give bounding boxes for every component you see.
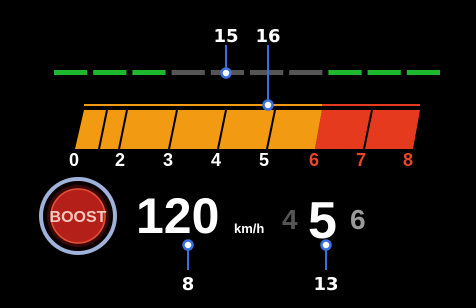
tachometer-bar [75,104,420,150]
tach-label: 8 [403,150,413,170]
shift-lamp [93,70,127,75]
callout-speed: 8 [182,239,195,295]
gear-next: 6 [350,204,366,235]
boost-label: BOOST [50,209,107,226]
tach-label: 3 [163,150,173,170]
callout-label-speed: 8 [182,274,195,295]
shift-lamp [328,70,362,75]
callout-dot-tach-bar [262,99,274,111]
speed-unit: km/h [234,221,264,236]
tach-label: 4 [211,150,221,170]
callout-shift-lamps: 15 [213,26,239,79]
tach-label: 0 [69,150,79,170]
callout-label-tach-bar: 16 [255,26,280,47]
speed-value: 120 [136,188,219,244]
shift-lamp [406,70,440,75]
callout-label-gear: 13 [313,274,338,295]
callout-dot-gear [320,239,332,251]
tach-label: 2 [115,150,125,170]
shift-lamp [289,70,323,75]
boost-indicator: BOOST [39,177,117,255]
shift-lamp [367,70,401,75]
speed-readout: 120 km/h [136,188,264,244]
tach-normal-zone [75,110,322,149]
shift-light-bar [54,70,440,75]
callout-dot-shift-lamps [220,67,232,79]
callout-tach-bar: 16 [255,26,281,111]
tach-label: 5 [259,150,269,170]
tach-label: 7 [356,150,366,170]
shift-lamp [54,70,88,75]
shift-lamp [132,70,166,75]
dashboard-display: 0 2 3 4 5 6 7 8 BOOST 120 km/h 4 5 6 15 16 8 13 [0,0,476,308]
callout-dot-speed [182,239,194,251]
shift-lamp [250,70,284,75]
tach-tick-labels: 0 2 3 4 5 6 7 8 [69,150,413,170]
gear-previous: 4 [282,204,298,235]
shift-lamp [171,70,205,75]
callout-label-shift-lamps: 15 [213,26,238,47]
tach-label: 6 [309,150,319,170]
